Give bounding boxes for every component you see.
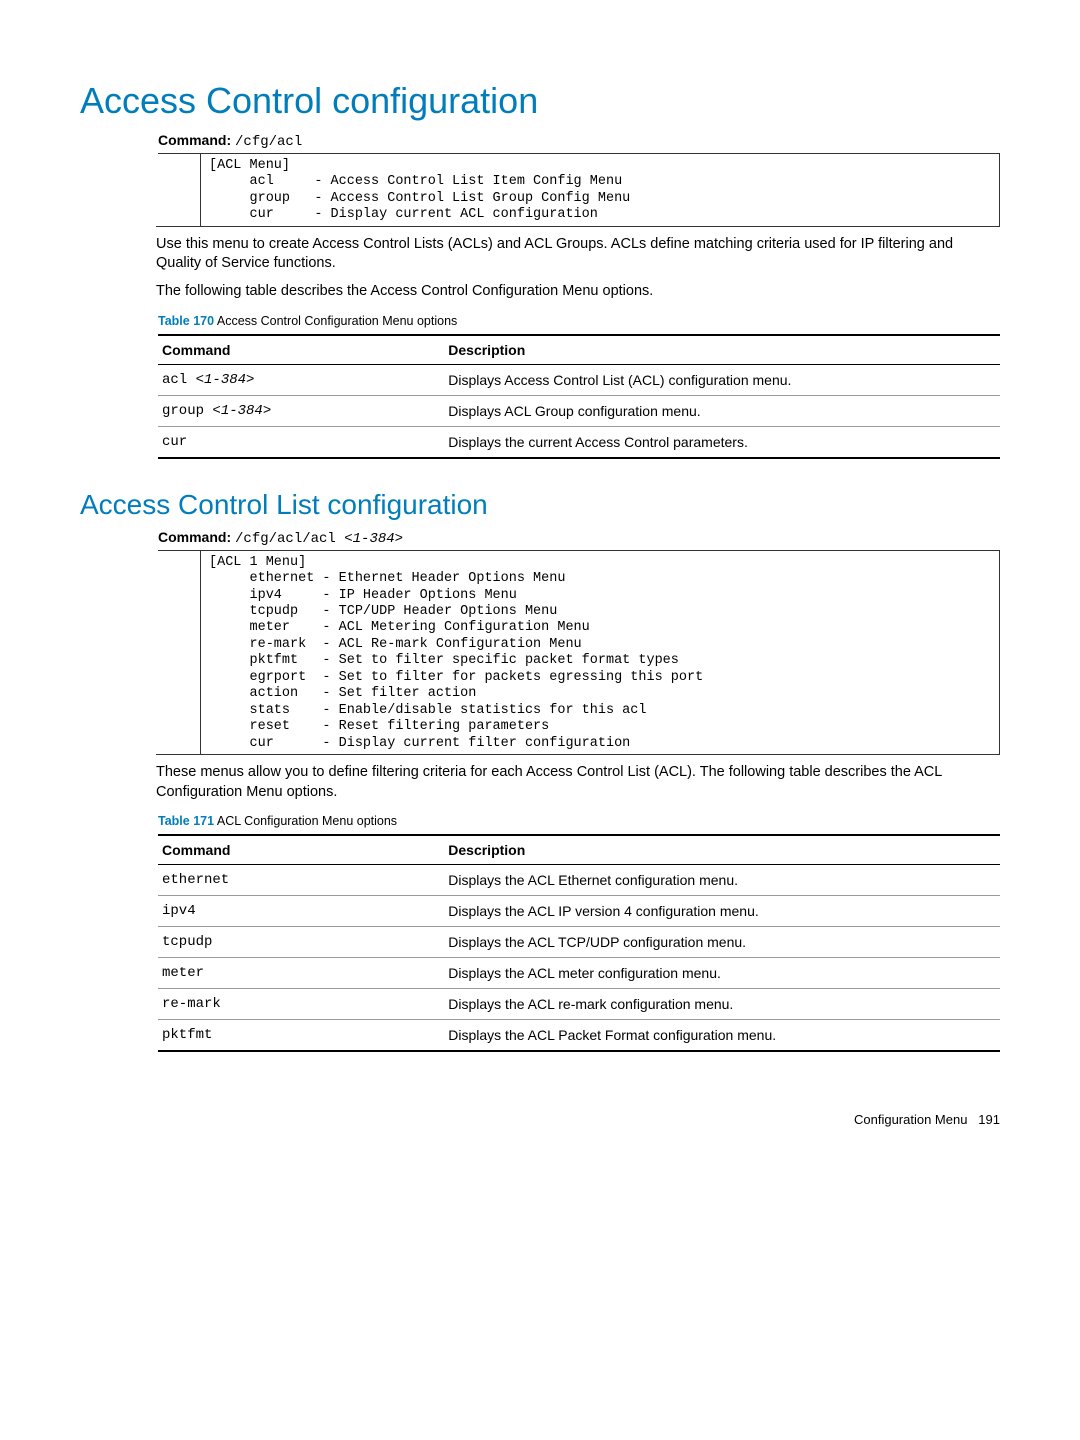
table-row: tcpudpDisplays the ACL TCP/UDP configura…	[158, 927, 1000, 958]
command-path: /cfg/acl	[235, 134, 302, 150]
table-row: acl <1-384>Displays Access Control List …	[158, 364, 1000, 395]
table-header-description: Description	[444, 835, 1000, 865]
table-caption-1: Table 170 Access Control Configuration M…	[158, 314, 1000, 328]
command-line-1: Command: /cfg/acl	[158, 132, 1000, 153]
command-path: /cfg/acl/acl <1-384>	[235, 531, 403, 547]
table-row: re-markDisplays the ACL re-mark configur…	[158, 989, 1000, 1020]
table-170: Command Description acl <1-384>Displays …	[158, 334, 1000, 459]
table-label: Table 171	[158, 814, 214, 828]
table-header-command: Command	[158, 335, 444, 365]
footer-section: Configuration Menu	[854, 1112, 967, 1127]
command-label: Command:	[158, 132, 231, 148]
table-header-description: Description	[444, 335, 1000, 365]
cell-description: Displays ACL Group configuration menu.	[444, 395, 1000, 426]
page-content: Access Control configuration Command: /c…	[0, 0, 1080, 1167]
cell-command: group <1-384>	[158, 395, 444, 426]
cell-command: meter	[158, 958, 444, 989]
cell-description: Displays the ACL Ethernet configuration …	[444, 865, 1000, 896]
cell-description: Displays the ACL IP version 4 configurat…	[444, 896, 1000, 927]
table-row: ipv4Displays the ACL IP version 4 config…	[158, 896, 1000, 927]
table-row: meterDisplays the ACL meter configuratio…	[158, 958, 1000, 989]
cell-command: cur	[158, 426, 444, 458]
cell-command: pktfmt	[158, 1020, 444, 1052]
footer-page-number: 191	[978, 1112, 1000, 1127]
table-caption-text: Access Control Configuration Menu option…	[217, 314, 457, 328]
paragraph: Use this menu to create Access Control L…	[156, 235, 1000, 274]
table-row: group <1-384>Displays ACL Group configur…	[158, 395, 1000, 426]
page-footer: Configuration Menu 191	[80, 1112, 1000, 1127]
table-caption-text: ACL Configuration Menu options	[217, 814, 397, 828]
heading-1: Access Control configuration	[80, 80, 1000, 122]
cell-description: Displays the ACL re-mark configuration m…	[444, 989, 1000, 1020]
table-caption-2: Table 171 ACL Configuration Menu options	[158, 814, 1000, 828]
cell-command: ipv4	[158, 896, 444, 927]
cell-description: Displays the ACL meter configuration men…	[444, 958, 1000, 989]
heading-2: Access Control List configuration	[80, 489, 1000, 521]
table-row: pktfmtDisplays the ACL Packet Format con…	[158, 1020, 1000, 1052]
divider	[156, 754, 1000, 755]
code-block-2: [ACL 1 Menu] ethernet - Ethernet Header …	[200, 550, 1000, 756]
table-row: curDisplays the current Access Control p…	[158, 426, 1000, 458]
table-row: ethernetDisplays the ACL Ethernet config…	[158, 865, 1000, 896]
cell-command: tcpudp	[158, 927, 444, 958]
cell-description: Displays the ACL Packet Format configura…	[444, 1020, 1000, 1052]
paragraph: These menus allow you to define filterin…	[156, 763, 1000, 802]
table-label: Table 170	[158, 314, 214, 328]
code-block-1: [ACL Menu] acl - Access Control List Ite…	[200, 153, 1000, 227]
command-label: Command:	[158, 529, 231, 545]
table-171: Command Description ethernetDisplays the…	[158, 834, 1000, 1052]
divider	[156, 226, 1000, 227]
cell-description: Displays the current Access Control para…	[444, 426, 1000, 458]
paragraph: The following table describes the Access…	[156, 282, 1000, 302]
command-line-2: Command: /cfg/acl/acl <1-384>	[158, 529, 1000, 550]
cell-command: acl <1-384>	[158, 364, 444, 395]
table-header-command: Command	[158, 835, 444, 865]
cell-command: ethernet	[158, 865, 444, 896]
cell-command: re-mark	[158, 989, 444, 1020]
cell-description: Displays the ACL TCP/UDP configuration m…	[444, 927, 1000, 958]
cell-description: Displays Access Control List (ACL) confi…	[444, 364, 1000, 395]
